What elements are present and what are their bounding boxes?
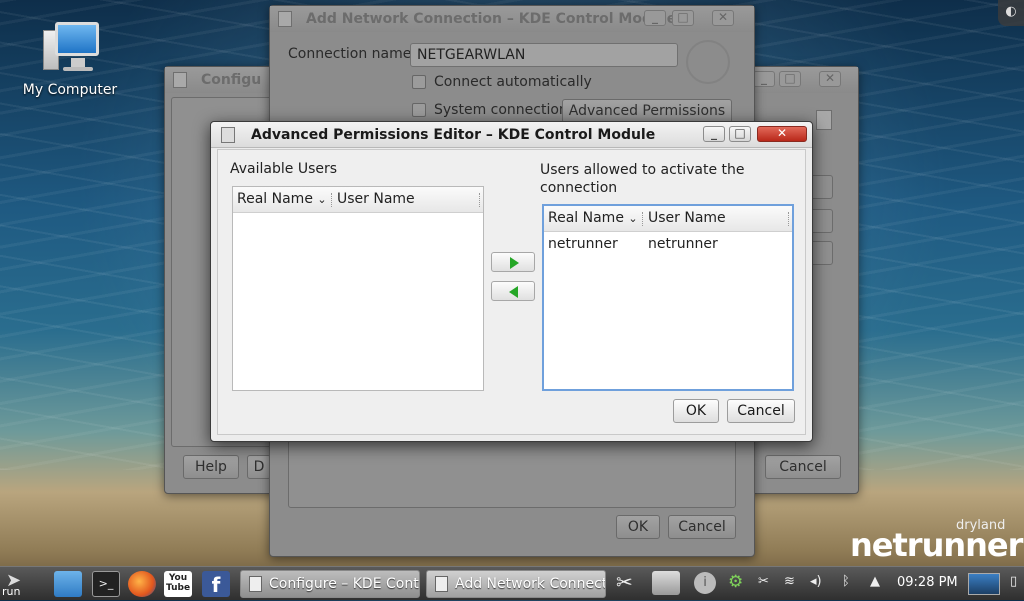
tools-icon[interactable]: ✂ <box>616 570 633 594</box>
document-icon <box>249 576 262 592</box>
add-connection-title: Add Network Connection – KDE Control Mod… <box>306 11 677 27</box>
maximize-button[interactable]: □ <box>672 10 694 26</box>
arrow-right-icon <box>510 257 519 269</box>
computer-icon <box>35 20 105 78</box>
dialog-body: Available Users Real Name ⌄ User Name Us… <box>217 149 806 435</box>
connection-name-input[interactable]: NETGEARWLAN <box>410 43 678 67</box>
user-name-cell: netrunner <box>648 236 718 252</box>
desktop-icon-label: My Computer <box>22 82 118 98</box>
real-name-column-header[interactable]: Real Name ⌄ <box>233 187 331 212</box>
remove-user-button[interactable] <box>491 281 535 301</box>
start-menu-label: run <box>2 585 21 598</box>
document-icon <box>278 11 292 27</box>
info-icon[interactable]: i <box>694 572 716 594</box>
allowed-users-header: Real Name ⌄ User Name <box>544 206 792 232</box>
settings-gear-icon[interactable]: ⚙ <box>728 572 743 592</box>
user-name-column-header[interactable]: User Name <box>333 187 415 211</box>
firefox-icon[interactable] <box>128 571 156 597</box>
volume-icon[interactable]: ◂) <box>810 574 822 589</box>
add-user-button[interactable] <box>491 252 535 272</box>
allowed-users-list[interactable]: Real Name ⌄ User Name netrunner netrunne… <box>542 204 794 391</box>
wireless-antenna-icon <box>686 40 730 84</box>
package-icon[interactable] <box>652 571 680 595</box>
chevron-down-icon: ⌄ <box>317 193 327 206</box>
document-icon <box>435 576 448 592</box>
scissors-icon[interactable]: ✂ <box>758 574 769 589</box>
chevron-down-icon: ⌄ <box>628 212 638 225</box>
close-button[interactable]: ✕ <box>757 126 807 142</box>
allowed-users-label: Users allowed to activate the connection <box>540 162 745 196</box>
real-name-cell: netrunner <box>548 236 618 252</box>
notifications-icon[interactable]: ▲ <box>870 574 880 589</box>
desktop-toolbox-icon[interactable]: ◐ <box>998 0 1024 26</box>
minimize-button[interactable]: _ <box>644 10 666 26</box>
advanced-permissions-button[interactable]: Advanced Permissions <box>562 99 732 123</box>
my-computer-desktop-icon[interactable]: My Computer <box>20 20 120 98</box>
arrow-left-icon <box>509 286 518 298</box>
ok-button[interactable]: OK <box>673 399 719 423</box>
close-button[interactable]: ✕ <box>712 10 734 26</box>
add-connection-ok-button[interactable]: OK <box>616 515 660 539</box>
dialog-title: Advanced Permissions Editor – KDE Contro… <box>251 127 656 143</box>
available-users-label: Available Users <box>230 161 338 177</box>
add-connection-titlebar[interactable]: Add Network Connection – KDE Control Mod… <box>270 6 754 32</box>
table-row[interactable]: netrunner netrunner <box>544 234 792 254</box>
taskbar-handle-icon[interactable]: ▯ <box>1010 574 1017 589</box>
youtube-icon[interactable]: You Tube <box>164 571 192 597</box>
connect-automatically-label: Connect automatically <box>434 74 592 90</box>
task-add-network-connection[interactable]: Add Network Connectio <box>426 570 606 598</box>
wifi-icon[interactable]: ≋ <box>784 574 795 589</box>
configure-cancel-button[interactable]: Cancel <box>765 455 841 479</box>
maximize-button[interactable]: □ <box>729 126 751 142</box>
home-folder-icon[interactable] <box>54 571 82 597</box>
minimize-button[interactable]: _ <box>703 126 725 142</box>
available-users-header: Real Name ⌄ User Name <box>233 187 483 213</box>
facebook-icon[interactable]: f <box>202 571 230 597</box>
connection-settings-panel <box>288 438 736 508</box>
document-icon <box>816 110 832 130</box>
taskbar: ➤ run >_ You Tube f Configure – KDE Cont… <box>0 566 1024 600</box>
add-connection-cancel-button[interactable]: Cancel <box>668 515 736 539</box>
bluetooth-icon[interactable]: ᛒ <box>842 574 850 589</box>
clock[interactable]: 09:28 PM <box>897 575 958 590</box>
help-button[interactable]: Help <box>183 455 239 479</box>
user-name-column-header[interactable]: User Name <box>644 206 726 230</box>
document-icon <box>221 127 235 143</box>
close-button[interactable]: ✕ <box>819 71 841 87</box>
terminal-icon[interactable]: >_ <box>92 571 120 597</box>
defaults-button[interactable]: D <box>247 455 271 479</box>
start-menu-button[interactable]: ➤ run <box>0 567 36 601</box>
connection-name-label: Connection name: <box>288 46 417 62</box>
configure-window-title: Configu <box>201 72 262 88</box>
minimize-button[interactable]: _ <box>753 71 775 87</box>
real-name-column-header[interactable]: Real Name ⌄ <box>544 206 642 231</box>
dialog-titlebar[interactable]: Advanced Permissions Editor – KDE Contro… <box>211 122 812 148</box>
task-configure[interactable]: Configure – KDE Contr <box>240 570 420 598</box>
system-connection-checkbox[interactable] <box>412 103 426 117</box>
document-icon <box>173 72 187 88</box>
maximize-button[interactable]: □ <box>779 71 801 87</box>
system-connection-label: System connection <box>434 102 568 118</box>
available-users-list[interactable]: Real Name ⌄ User Name <box>232 186 484 391</box>
desktop-pager-icon[interactable] <box>968 573 1000 595</box>
connect-automatically-checkbox[interactable] <box>412 75 426 89</box>
advanced-permissions-dialog[interactable]: Advanced Permissions Editor – KDE Contro… <box>210 121 813 442</box>
cancel-button[interactable]: Cancel <box>727 399 795 423</box>
